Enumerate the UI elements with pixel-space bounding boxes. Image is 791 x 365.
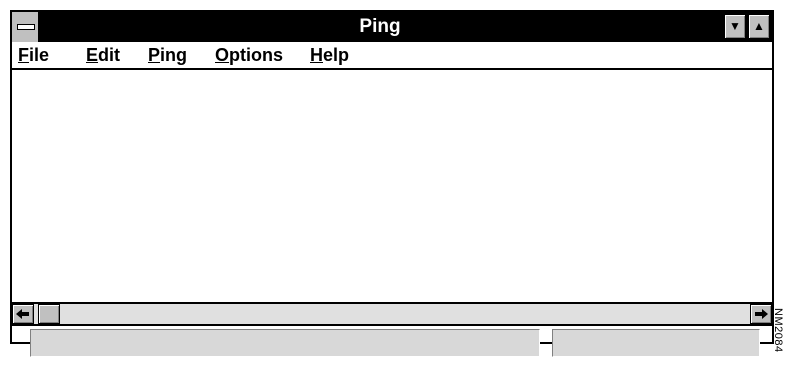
scroll-left-arrow-icon [16,309,29,319]
scroll-thumb[interactable] [38,304,60,324]
menu-file[interactable]: File [18,45,49,66]
horizontal-scrollbar[interactable] [12,302,772,326]
scroll-right-button[interactable] [750,304,772,324]
status-pane-secondary [552,329,760,357]
minimize-arrow-icon: ▼ [729,19,741,33]
figure-label: NM2084 [772,308,784,353]
minimize-button[interactable]: ▼ [724,14,746,39]
client-area[interactable] [12,70,772,302]
menu-options[interactable]: Options [215,45,283,66]
status-bar [12,326,772,362]
scroll-right-arrow-icon [755,309,768,319]
status-pane-main [30,329,540,357]
window-title: Ping [359,16,401,37]
menu-edit[interactable]: Edit [86,45,120,66]
menu-bar: File Edit Ping Options Help [12,42,772,70]
menu-ping[interactable]: Ping [148,45,187,66]
maximize-arrow-icon: ▲ [753,19,765,33]
system-menu-icon[interactable] [12,12,40,42]
title-bar[interactable]: Ping ▼ ▲ [12,12,772,42]
ping-window: Ping ▼ ▲ File Edit Ping Options Help [10,10,774,357]
menu-help[interactable]: Help [310,45,349,66]
scroll-left-button[interactable] [12,304,34,324]
maximize-button[interactable]: ▲ [748,14,770,39]
system-menu-bar-icon [17,24,35,30]
